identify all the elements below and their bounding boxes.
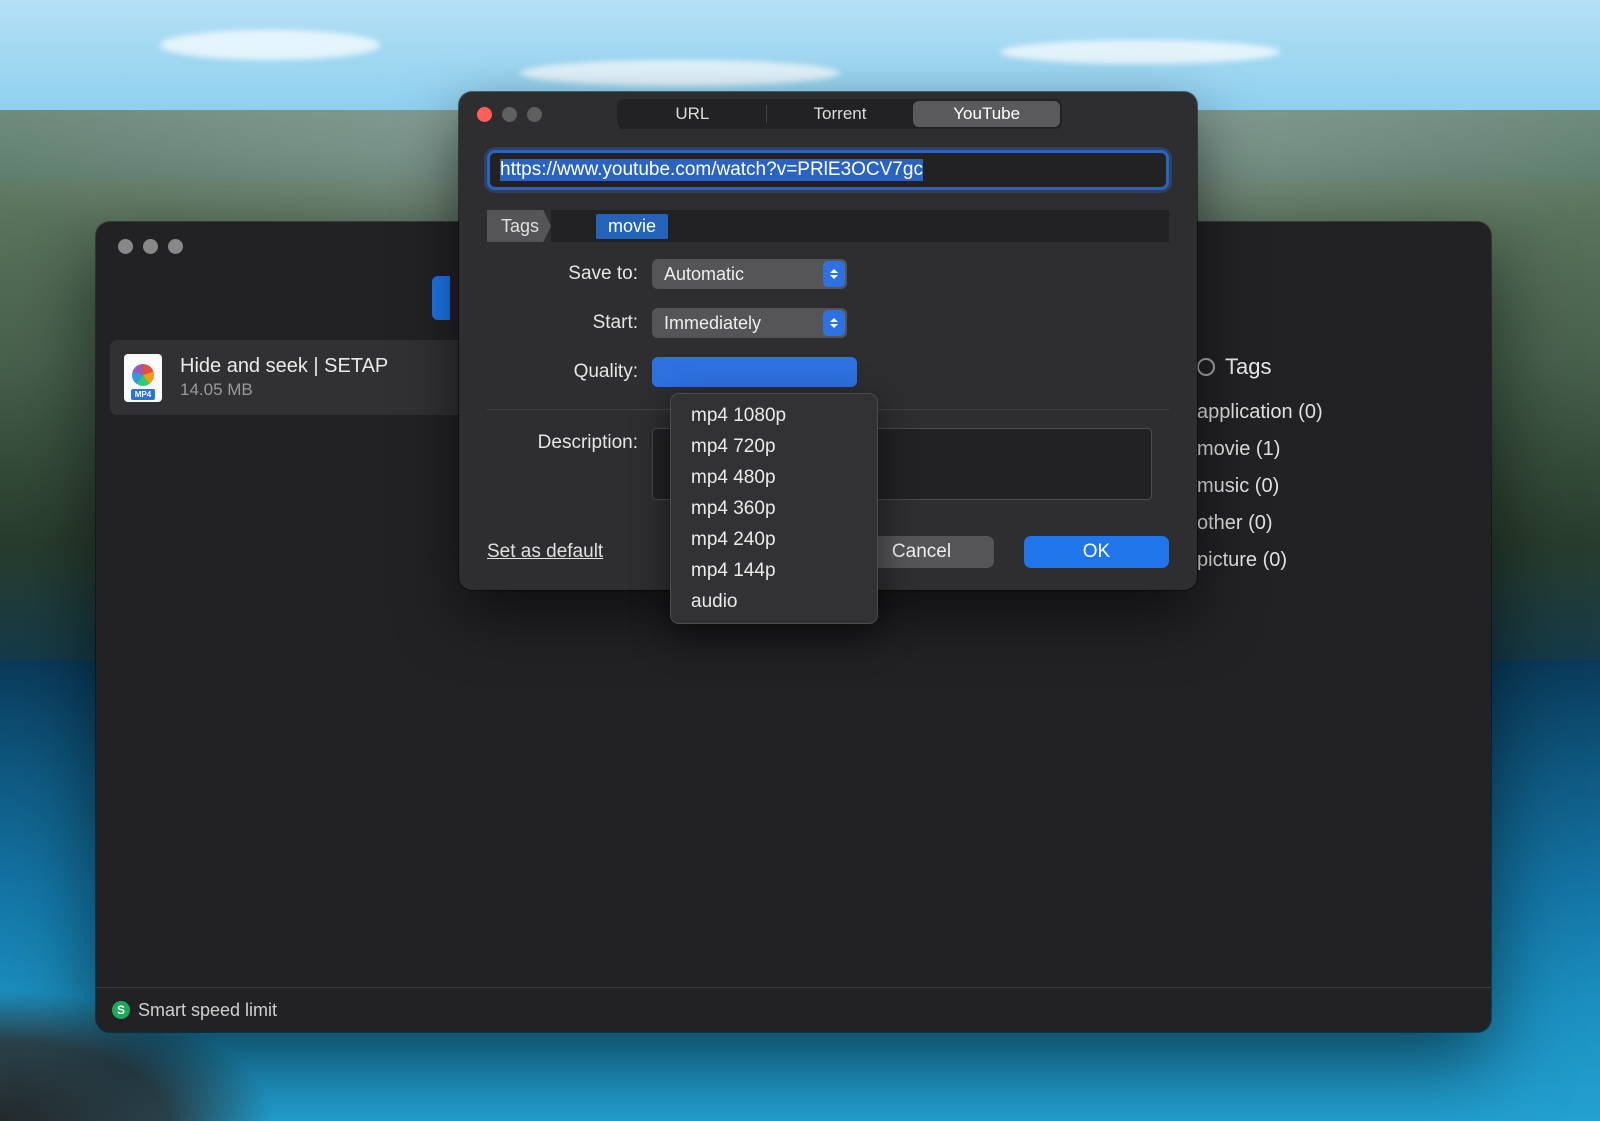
start-value: Immediately [664,313,761,334]
tab-torrent[interactable]: Torrent [767,101,914,127]
tag-pill[interactable]: movie [596,214,668,239]
download-title: Hide and seek | SETAP [180,355,388,378]
selected-tab-edge [432,276,450,320]
save-to-label: Save to: [487,263,652,285]
tab-youtube[interactable]: YouTube [913,101,1060,127]
url-input[interactable] [487,150,1169,190]
set-as-default-link[interactable]: Set as default [487,541,603,563]
stepper-icon [823,310,845,336]
maximize-button[interactable] [527,107,542,122]
smart-speed-icon: S [112,1001,130,1019]
status-bar: S Smart speed limit [96,987,1491,1032]
description-label: Description: [487,428,652,454]
tags-row: Tags movie [487,210,1169,242]
quality-label: Quality: [487,361,652,383]
stepper-icon [823,261,845,287]
quality-option[interactable]: mp4 240p [677,524,871,555]
tab-url[interactable]: URL [619,101,766,127]
tag-item-application[interactable]: application (0) [1197,394,1477,431]
start-row: Start: Immediately [487,306,1169,340]
dialog-titlebar[interactable]: URL Torrent YouTube [459,92,1197,136]
tags-header-label: Tags [1225,354,1271,380]
quality-option[interactable]: mp4 144p [677,555,871,586]
quality-option[interactable]: mp4 720p [677,431,871,462]
quality-option[interactable]: mp4 1080p [677,400,871,431]
download-size: 14.05 MB [180,380,388,400]
save-to-value: Automatic [664,264,744,285]
close-button[interactable] [118,239,133,254]
tags-sidebar: Tags application (0) movie (1) music (0)… [1197,340,1477,987]
tag-item-movie[interactable]: movie (1) [1197,431,1477,468]
quality-option[interactable]: mp4 480p [677,462,871,493]
start-select[interactable]: Immediately [652,308,847,338]
tag-item-music[interactable]: music (0) [1197,468,1477,505]
cloud [1000,40,1280,64]
minimize-button[interactable] [502,107,517,122]
tags-field[interactable]: movie [551,210,1169,242]
status-text: Smart speed limit [138,1000,277,1021]
quality-dropdown-menu: mp4 1080p mp4 720p mp4 480p mp4 360p mp4… [670,393,878,624]
save-to-row: Save to: Automatic [487,257,1169,291]
tag-item-picture[interactable]: picture (0) [1197,542,1477,579]
cloud [160,30,380,60]
close-button[interactable] [477,107,492,122]
cloud [520,60,840,86]
start-label: Start: [487,312,652,334]
tags-header[interactable]: Tags [1197,354,1477,380]
ok-button[interactable]: OK [1024,536,1169,568]
tag-item-other[interactable]: other (0) [1197,505,1477,542]
quality-row: Quality: [487,355,1169,389]
quality-select[interactable] [652,357,857,387]
radio-icon[interactable] [1197,358,1215,376]
quality-option[interactable]: audio [677,586,871,617]
file-icon: MP4 [124,354,162,402]
mode-segmented-control: URL Torrent YouTube [617,99,1062,129]
maximize-button[interactable] [168,239,183,254]
file-type-badge: MP4 [131,389,155,400]
save-to-select[interactable]: Automatic [652,259,847,289]
quality-option[interactable]: mp4 360p [677,493,871,524]
minimize-button[interactable] [143,239,158,254]
tags-label: Tags [487,210,551,242]
